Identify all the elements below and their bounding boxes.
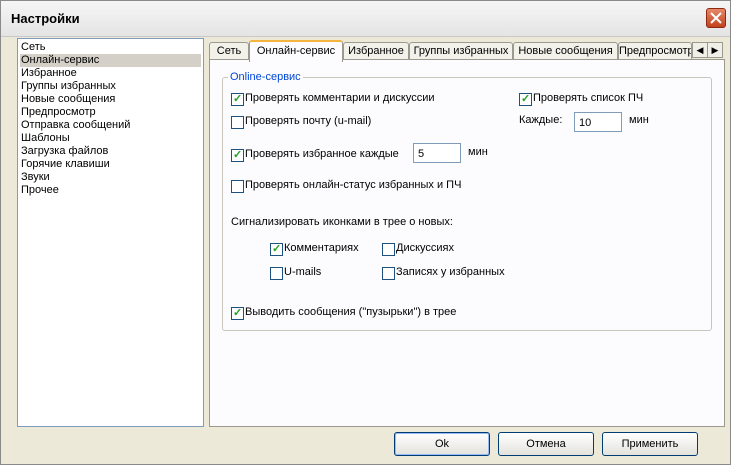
settings-window: Настройки Сеть Онлайн-сервис Избранное Г…	[0, 0, 731, 465]
settings-category-list[interactable]: Сеть Онлайн-сервис Избранное Группы избр…	[17, 38, 204, 427]
check-comments-checkbox[interactable]: ✓	[231, 93, 244, 106]
signal-comments-checkbox[interactable]: ✓	[270, 243, 283, 256]
tab-favorite-groups[interactable]: Группы избранных	[409, 42, 513, 60]
sidebar-item-new-messages[interactable]: Новые сообщения	[20, 93, 201, 106]
tab-strip: Сеть Онлайн-сервис Избранное Группы избр…	[209, 40, 723, 62]
sidebar-item-online-service[interactable]: Онлайн-сервис	[20, 54, 201, 67]
signal-discussions-checkbox[interactable]	[382, 243, 395, 256]
sidebar-item-favorite-groups[interactable]: Группы избранных	[20, 80, 201, 93]
signal-discussions-label: Дискуссиях	[396, 242, 455, 254]
check-mail-label: Проверять почту (u-mail)	[245, 115, 372, 127]
bubbles-checkbox[interactable]: ✓	[231, 307, 244, 320]
favorites-interval-input[interactable]: 5	[413, 143, 461, 163]
check-mark-icon: ✓	[272, 243, 282, 255]
signal-comments-label: Комментариях	[284, 242, 359, 254]
triangle-right-icon: ▶	[711, 45, 719, 55]
check-mark-icon: ✓	[233, 149, 243, 161]
title-bar: Настройки	[1, 1, 730, 37]
check-online-status-checkbox[interactable]	[231, 180, 244, 193]
sidebar-item-favorites[interactable]: Избранное	[20, 67, 201, 80]
sidebar-item-preview[interactable]: Предпросмотр	[20, 106, 201, 119]
tab-favorites[interactable]: Избранное	[343, 42, 409, 60]
sidebar-item-other[interactable]: Прочее	[20, 184, 201, 197]
check-favorites-label: Проверять избранное каждые	[245, 148, 399, 160]
favorites-interval-unit: мин	[468, 146, 488, 158]
sidebar-item-templates[interactable]: Шаблоны	[20, 132, 201, 145]
check-pch-checkbox[interactable]: ✓	[519, 93, 532, 106]
tab-panel-online-service: Online-сервис ✓ Проверять комментарии и …	[209, 59, 725, 427]
check-mail-checkbox[interactable]	[231, 116, 244, 129]
signal-umails-label: U-mails	[284, 266, 322, 278]
apply-button[interactable]: Применить	[602, 432, 698, 456]
sidebar-item-network[interactable]: Сеть	[20, 41, 201, 54]
ok-button[interactable]: Ok	[394, 432, 490, 456]
pch-interval-input[interactable]: 10	[574, 112, 622, 132]
check-comments-label: Проверять комментарии и дискуссии	[245, 92, 435, 104]
check-favorites-checkbox[interactable]: ✓	[231, 149, 244, 162]
tab-preview[interactable]: Предпросмотр	[618, 42, 692, 60]
signal-heading: Сигнализировать иконками в трее о новых:	[231, 216, 453, 228]
sidebar-item-sending[interactable]: Отправка сообщений	[20, 119, 201, 132]
tab-new-messages[interactable]: Новые сообщения	[513, 42, 618, 60]
check-mark-icon: ✓	[521, 93, 531, 105]
close-button[interactable]	[706, 8, 726, 28]
tab-scroll-right-button[interactable]: ▶	[707, 42, 723, 58]
sidebar-item-hotkeys[interactable]: Горячие клавиши	[20, 158, 201, 171]
close-icon	[710, 12, 722, 24]
tab-network[interactable]: Сеть	[209, 42, 249, 60]
signal-umails-checkbox[interactable]	[270, 267, 283, 280]
pch-interval-unit: мин	[629, 114, 649, 126]
group-title: Online-сервис	[228, 71, 303, 83]
every-label: Каждые:	[519, 114, 563, 126]
triangle-left-icon: ◀	[696, 45, 704, 55]
bubbles-label: Выводить сообщения ("пузырьки") в трее	[245, 306, 457, 318]
check-mark-icon: ✓	[233, 307, 243, 319]
tab-scroll-left-button[interactable]: ◀	[692, 42, 708, 58]
cancel-button[interactable]: Отмена	[498, 432, 594, 456]
sidebar-item-sounds[interactable]: Звуки	[20, 171, 201, 184]
check-online-status-label: Проверять онлайн-статус избранных и ПЧ	[245, 179, 462, 191]
signal-fav-posts-checkbox[interactable]	[382, 267, 395, 280]
window-title: Настройки	[11, 11, 80, 26]
signal-fav-posts-label: Записях у избранных	[396, 266, 505, 278]
check-mark-icon: ✓	[233, 93, 243, 105]
check-pch-label: Проверять список ПЧ	[533, 92, 644, 104]
tab-online-service[interactable]: Онлайн-сервис	[249, 40, 343, 62]
sidebar-item-file-upload[interactable]: Загрузка файлов	[20, 145, 201, 158]
